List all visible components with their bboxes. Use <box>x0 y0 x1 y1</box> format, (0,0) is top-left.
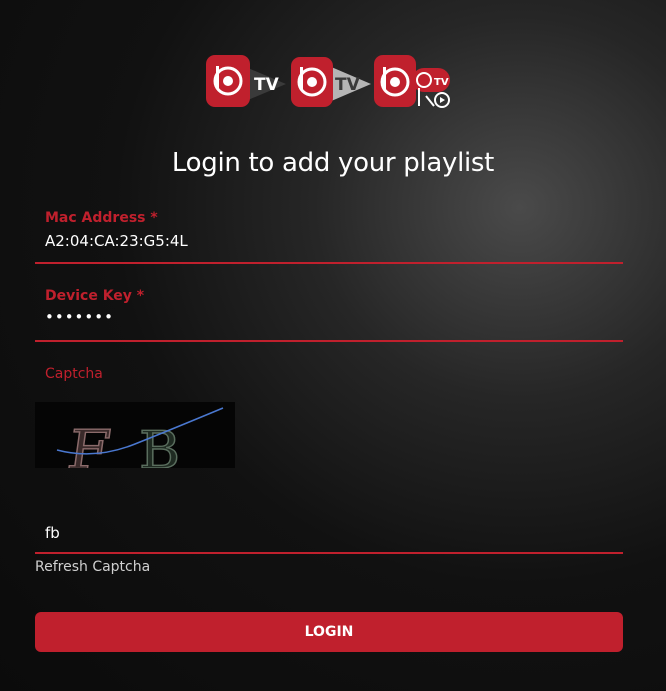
device-key-underline <box>35 340 623 342</box>
login-page: TV TV TV Login to add your playlist Mac … <box>0 0 666 691</box>
captcha-input[interactable]: fb <box>35 520 623 556</box>
captcha-field: Captcha <box>35 364 623 388</box>
page-title: Login to add your playlist <box>171 148 495 178</box>
login-button[interactable]: LOGIN <box>35 612 623 652</box>
device-key-label: Device Key * <box>45 288 145 304</box>
captcha-image: F B <box>35 402 235 468</box>
mac-address-label: Mac Address * <box>45 210 158 226</box>
logo-text: TV <box>335 75 361 95</box>
captcha-input-underline <box>35 552 623 554</box>
logo-text: TV <box>254 75 280 95</box>
mac-address-value[interactable]: A2:04:CA:23:G5:4L <box>45 232 188 250</box>
mac-address-field[interactable]: Mac Address * A2:04:CA:23:G5:4L <box>35 208 623 266</box>
refresh-captcha-link[interactable]: Refresh Captcha <box>35 559 150 575</box>
captcha-label: Captcha <box>45 366 103 382</box>
logo-strip: TV TV TV <box>0 52 666 112</box>
logo-text: TV <box>434 77 449 88</box>
ibo-player-tv-logo: TV <box>291 57 371 107</box>
device-key-field[interactable]: Device Key * ••••••• <box>35 286 623 344</box>
captcha-image-letter-f: F <box>64 419 115 468</box>
ibo-pro-tv-logo: TV <box>374 55 450 108</box>
captcha-input-value[interactable]: fb <box>45 524 60 542</box>
mac-address-underline <box>35 262 623 264</box>
device-key-value[interactable]: ••••••• <box>45 308 114 326</box>
ibo-tv-logo: TV <box>206 55 286 107</box>
